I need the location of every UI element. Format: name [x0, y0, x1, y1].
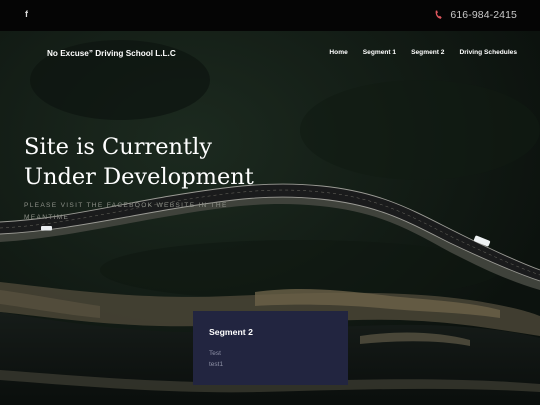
- hero-title: Site is Currently Under Development: [24, 132, 344, 192]
- top-bar: f 616-984-2415: [0, 0, 540, 31]
- nav-item-segment-2[interactable]: Segment 2: [411, 49, 444, 56]
- segment-2-card: Segment 2 Test test1: [193, 311, 348, 385]
- facebook-icon[interactable]: f: [25, 9, 28, 19]
- card-text-line-1: Test: [209, 350, 221, 357]
- hero-subtitle: Please visit the Facebook Website in the…: [24, 202, 228, 221]
- nav-item-segment-1[interactable]: Segment 1: [363, 49, 396, 56]
- phone-contact[interactable]: 616-984-2415: [434, 9, 517, 21]
- phone-number[interactable]: 616-984-2415: [450, 9, 517, 21]
- hero-title-line-1: Site is Currently: [24, 134, 212, 160]
- site-brand[interactable]: No Excuse” Driving School L.L.C: [47, 49, 176, 58]
- nav-item-driving-schedules[interactable]: Driving Schedules: [459, 49, 517, 56]
- nav-item-home[interactable]: Home: [329, 49, 347, 56]
- card-text-line-2: test1: [209, 361, 224, 368]
- hero-title-line-2: Under Development: [24, 164, 254, 190]
- card-title: Segment 2: [209, 327, 253, 337]
- phone-icon: [436, 10, 443, 19]
- main-nav: Home Segment 1 Segment 2 Driving Schedul…: [329, 49, 517, 56]
